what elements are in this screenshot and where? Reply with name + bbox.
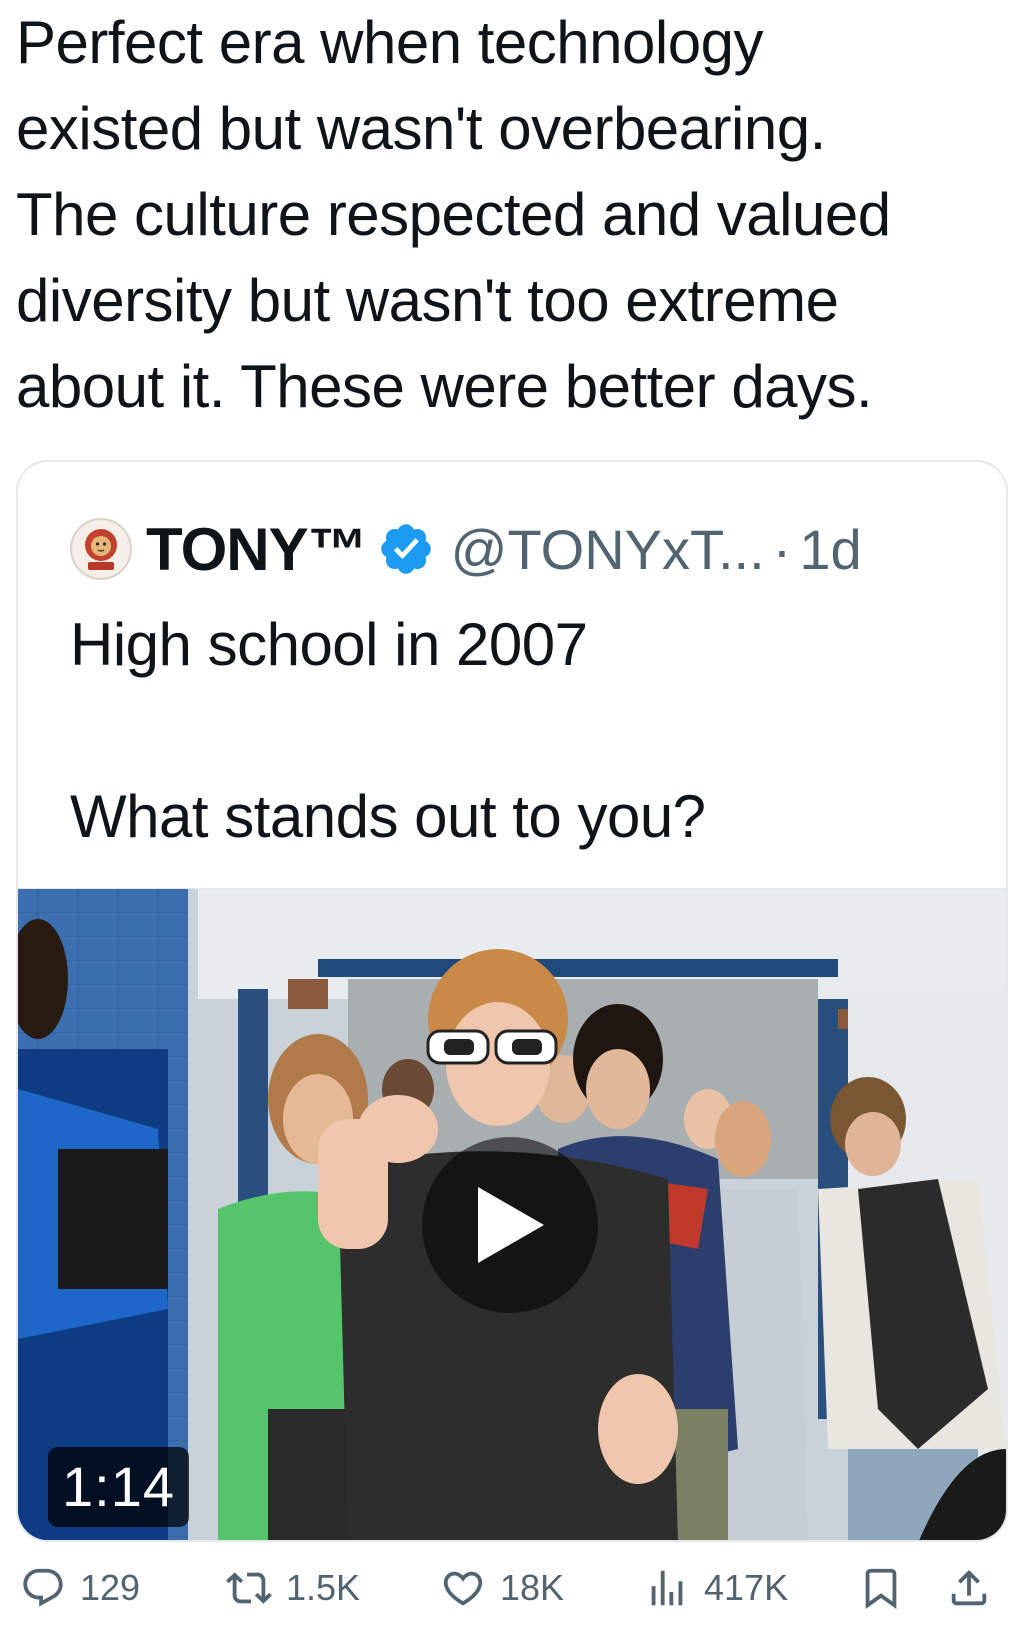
play-button[interactable] xyxy=(422,1137,598,1313)
bookmark-icon xyxy=(865,1568,897,1609)
quoted-post-text: High school in 2007 What stands out to y… xyxy=(70,611,706,850)
avatar[interactable] xyxy=(70,518,132,580)
timestamp[interactable]: 1d xyxy=(799,517,861,582)
video-duration-badge: 1:14 xyxy=(48,1447,189,1527)
views-icon xyxy=(651,1570,683,1606)
lion-logo-icon xyxy=(73,521,129,577)
share-button[interactable] xyxy=(946,1556,1006,1620)
play-icon xyxy=(478,1187,544,1263)
video-player[interactable]: 1:14 xyxy=(18,888,1006,1540)
repost-button[interactable]: 1.5K xyxy=(226,1556,360,1620)
action-bar: 129 1.5K 18K 417K xyxy=(16,1556,1016,1620)
handle[interactable]: @TONYxT... xyxy=(451,517,765,582)
separator-dot: · xyxy=(772,517,792,581)
quoted-post-card[interactable]: TONY™ @TONYxT... · 1d High school in 200… xyxy=(16,460,1008,1542)
views-count: 417K xyxy=(704,1567,789,1608)
post-text: Perfect era when technology existed but … xyxy=(16,9,891,420)
views-button[interactable]: 417K xyxy=(644,1556,788,1620)
reply-icon xyxy=(23,1568,63,1607)
heart-icon xyxy=(443,1571,483,1606)
like-count: 18K xyxy=(500,1567,565,1608)
share-icon xyxy=(951,1569,987,1606)
repost-icon xyxy=(226,1572,272,1604)
reply-count: 129 xyxy=(80,1567,141,1608)
verified-badge-icon xyxy=(380,524,431,574)
reply-button[interactable]: 129 xyxy=(20,1556,140,1620)
repost-count: 1.5K xyxy=(286,1567,361,1608)
bookmark-button[interactable] xyxy=(858,1556,918,1620)
display-name[interactable]: TONY™ xyxy=(146,515,368,584)
like-button[interactable]: 18K xyxy=(440,1556,564,1620)
quoted-post-header: TONY™ @TONYxT... · 1d xyxy=(70,514,862,584)
